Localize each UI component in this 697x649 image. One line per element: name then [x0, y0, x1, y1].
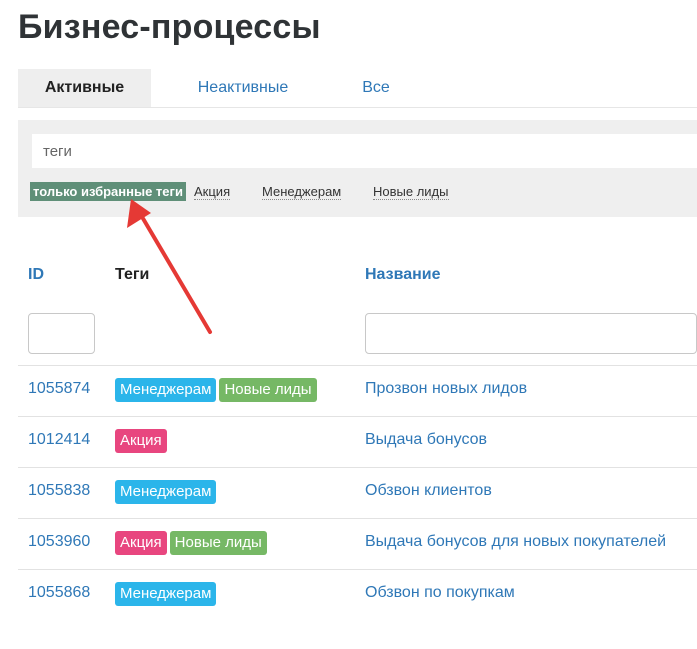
tab-inactive[interactable]: Неактивные: [168, 69, 318, 107]
process-id-link[interactable]: 1053960: [28, 533, 90, 551]
tag-badge[interactable]: Акция: [115, 429, 167, 453]
process-name-link[interactable]: Обзвон по покупкам: [365, 584, 515, 602]
process-id-link[interactable]: 1012414: [28, 431, 90, 449]
tag-badge[interactable]: Новые лиды: [169, 531, 267, 555]
process-id-link[interactable]: 1055868: [28, 584, 90, 602]
table-row[interactable]: 1055868 Менеджерам Обзвон по покупкам: [18, 569, 697, 621]
row-tags: Менеджерам: [115, 582, 219, 606]
process-id-link[interactable]: 1055838: [28, 482, 90, 500]
quick-tag-managers[interactable]: Менеджерам: [262, 184, 342, 200]
tag-badge[interactable]: Акция: [115, 531, 167, 555]
column-header-id[interactable]: ID: [28, 266, 44, 284]
page-title: Бизнес-процессы: [18, 8, 321, 46]
id-filter-input[interactable]: [28, 313, 95, 354]
table-row[interactable]: 1055838 Менеджерам Обзвон клиентов: [18, 467, 697, 519]
table-row[interactable]: 1053960 Акция Новые лиды Выдача бонусов для…: [18, 518, 697, 570]
quick-tag-new-leads[interactable]: Новые лиды: [373, 184, 449, 200]
tag-badge[interactable]: Менеджерам: [115, 480, 217, 504]
table-row[interactable]: 1055874 Менеджерам Новые лиды Прозвон новых…: [18, 365, 697, 417]
table-row[interactable]: 1012414 Акция Выдача бонусов: [18, 416, 697, 468]
tags-search-input[interactable]: [32, 134, 697, 168]
process-id-link[interactable]: 1055874: [28, 380, 90, 398]
tab-active[interactable]: Активные: [18, 69, 151, 107]
process-name-link[interactable]: Выдача бонусов для новых покупателей: [365, 533, 666, 551]
favorites-tags-button[interactable]: только избранные теги: [30, 182, 186, 201]
name-filter-input[interactable]: [365, 313, 697, 354]
process-name-link[interactable]: Прозвон новых лидов: [365, 380, 527, 398]
status-tabs: Активные Неактивные Все: [18, 69, 697, 108]
row-tags: Менеджерам Новые лиды: [115, 378, 320, 402]
tab-all[interactable]: Все: [336, 69, 416, 107]
process-name-link[interactable]: Выдача бонусов: [365, 431, 487, 449]
tag-badge[interactable]: Менеджерам: [115, 582, 217, 606]
tag-filter-panel: только избранные теги Акция Менеджерам Н…: [18, 120, 697, 217]
row-tags: Акция Новые лиды: [115, 531, 270, 555]
row-tags: Менеджерам: [115, 480, 219, 504]
tag-badge[interactable]: Менеджерам: [115, 378, 217, 402]
tag-badge[interactable]: Новые лиды: [219, 378, 317, 402]
row-tags: Акция: [115, 429, 170, 453]
column-header-name[interactable]: Название: [365, 266, 441, 284]
quick-tag-promo[interactable]: Акция: [194, 184, 231, 200]
column-header-tags: Теги: [115, 266, 150, 283]
process-name-link[interactable]: Обзвон клиентов: [365, 482, 492, 500]
